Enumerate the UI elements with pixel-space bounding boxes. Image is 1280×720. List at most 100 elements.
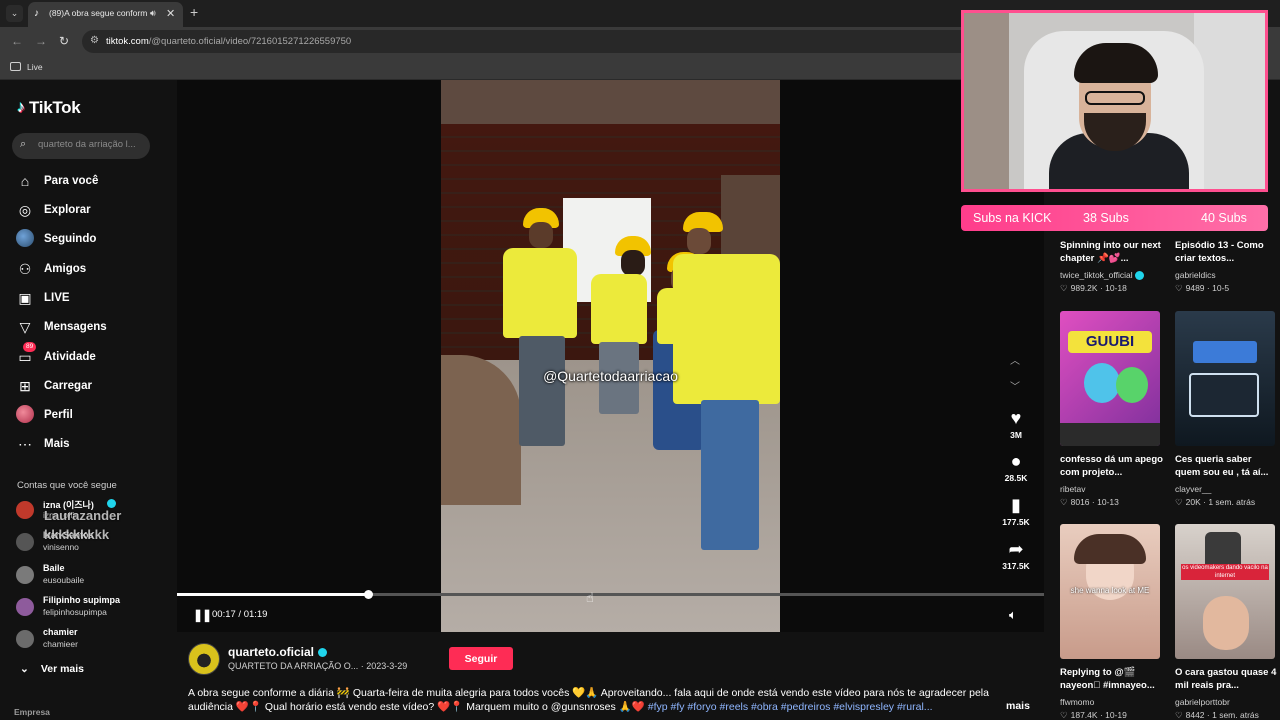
search-icon: ⌕ — [20, 138, 27, 150]
share-arrow-icon: ➦ — [1008, 539, 1024, 559]
subs-goal-bar: Subs na KICK 38 Subs 40 Subs — [961, 205, 1268, 231]
nav-item-perfil[interactable]: Perfil — [15, 404, 73, 426]
nav-item-para-voce[interactable]: ⌂ Para você — [15, 170, 99, 192]
activity-badge: 89 — [23, 342, 37, 352]
comment-bubble-icon: ● — [1010, 451, 1022, 471]
progress-scrub-handle[interactable] — [363, 590, 373, 599]
avatar — [16, 566, 34, 584]
avatar — [16, 598, 34, 616]
comment-button[interactable]: ● 28.5K — [999, 451, 1033, 483]
search-input[interactable] — [38, 139, 144, 150]
url-text[interactable]: tiktok.com/@quarteto.oficial/video/72160… — [106, 36, 351, 47]
subs-goal: 40 Subs — [1201, 211, 1247, 225]
comment-count: 28.5K — [1004, 473, 1028, 483]
pause-icon[interactable]: ❚❚ — [193, 608, 212, 622]
video-thumbnail[interactable]: os videomakers dando vacilo na internet — [1175, 524, 1275, 659]
post-description: A obra segue conforme a diária 🚧 Quarta-… — [188, 687, 989, 713]
like-button[interactable]: ♥ 3M — [999, 408, 1033, 440]
back-arrow-icon[interactable]: ← — [11, 34, 23, 48]
bookmark-folder-live[interactable]: Live — [27, 62, 43, 72]
see-more-button[interactable]: ⌄ Ver mais — [20, 663, 84, 675]
save-button[interactable]: ▮ 177.5K — [999, 495, 1033, 527]
volume-icon[interactable]: 🔈︎ — [1009, 607, 1017, 623]
subs-label: Subs na KICK — [973, 211, 1052, 225]
new-tab-plus-icon[interactable]: + — [190, 4, 198, 20]
post-hashtags[interactable]: #fyp #fy #foryo #reels #obra #pedreiros … — [648, 701, 933, 713]
bookmark-icon: ▮ — [1011, 495, 1021, 515]
video-thumbnail[interactable] — [1175, 311, 1275, 446]
video-scene-ceiling — [441, 80, 780, 124]
nav-item-mensagens[interactable]: ▽ Mensagens — [15, 316, 107, 338]
verified-icon — [1134, 271, 1144, 281]
tab-title: (89)A obra segue conforme a diária — [49, 8, 147, 18]
tiktok-sidebar: ♪ TikTok ⌕ ⌂ Para você ◎ Explorar Seguin… — [0, 80, 177, 720]
playback-time: 00:17 / 01:19 — [212, 609, 268, 620]
previous-video-chevron-up-icon[interactable]: ︿ — [1010, 352, 1020, 367]
mouse-cursor-icon: ☝︎ — [586, 590, 594, 605]
compass-icon: ◎ — [18, 202, 32, 218]
author-subtitle: QUARTETO DA ARRIAÇÃO O... · 2023-3-29 — [228, 661, 408, 671]
heart-outline-icon: ♡ — [1175, 497, 1183, 507]
profile-avatar — [15, 405, 35, 425]
stream-chat-overlay-text: kkkkkkkkk — [44, 527, 110, 542]
verified-icon — [318, 648, 328, 658]
next-video-chevron-down-icon[interactable]: ﹀ — [1010, 378, 1020, 393]
progress-fill — [177, 593, 368, 596]
post-info: quarteto.oficial QUARTETO DA ARRIAÇÃO O.… — [177, 632, 1044, 720]
tiktok-favicon-icon: ♪ — [34, 8, 39, 19]
follow-button[interactable]: Seguir — [449, 647, 513, 670]
streamer-webcam-overlay — [961, 10, 1268, 192]
heart-outline-icon: ♡ — [1060, 710, 1068, 720]
nav-item-carregar[interactable]: ⊞ Carregar — [15, 375, 92, 397]
heart-outline-icon: ♡ — [1060, 283, 1068, 293]
inbox-icon: ▭ 89 — [15, 342, 37, 367]
avatar — [16, 630, 34, 648]
reload-icon[interactable]: ↻ — [59, 34, 69, 48]
stream-chat-overlay-name: Laurazander — [44, 508, 122, 523]
heart-icon: ♥ — [1010, 408, 1022, 428]
home-icon: ⌂ — [20, 173, 30, 189]
footer-company-link[interactable]: Empresa — [14, 707, 50, 717]
subs-current: 38 Subs — [1083, 211, 1129, 225]
nav-item-live[interactable]: ▣ LIVE — [15, 287, 69, 309]
heart-outline-icon: ♡ — [1060, 497, 1068, 507]
expand-description-button[interactable]: mais — [1006, 700, 1030, 712]
nav-item-amigos[interactable]: ⚇ Amigos — [15, 258, 86, 280]
nav-item-atividade[interactable]: ▭ 89 Atividade — [15, 342, 96, 368]
nav-item-mais[interactable]: ⋯ Mais — [15, 433, 70, 455]
tab-list-chevron-icon[interactable]: ⌄ — [6, 5, 23, 22]
heart-outline-icon: ♡ — [1175, 283, 1183, 293]
forward-arrow-icon[interactable]: → — [35, 34, 47, 48]
browser-tab[interactable]: ♪ (89)A obra segue conforme a diária 🔊︎ … — [28, 2, 183, 27]
video-player[interactable]: @Quartetodaarriacao ︿ ﹀ ♥ 3M ● 28.5K ▮ 1… — [177, 80, 1044, 632]
share-count: 317.5K — [1002, 561, 1030, 571]
nav-item-seguindo[interactable]: Seguindo — [15, 228, 96, 250]
following-section-title: Contas que você segue — [17, 480, 117, 491]
avatar — [16, 501, 34, 519]
friends-icon: ⚇ — [18, 261, 32, 277]
author-name[interactable]: quarteto.oficial — [228, 645, 328, 659]
video-thumbnail[interactable]: she wanna look at ME — [1060, 524, 1160, 659]
site-info-icon[interactable]: ⚙︎ — [90, 35, 99, 46]
tiktok-note-icon: ♪ — [17, 99, 25, 116]
search-box[interactable]: ⌕ — [12, 133, 150, 159]
video-progress-bar[interactable] — [177, 590, 1044, 599]
verified-icon — [107, 499, 116, 508]
avatar — [16, 533, 34, 551]
video-thumbnail[interactable]: GUUBI — [1060, 311, 1160, 446]
like-count: 3M — [1010, 430, 1022, 440]
speaker-icon[interactable]: 🔊︎ — [150, 8, 156, 19]
folder-icon — [10, 62, 21, 71]
chevron-down-icon: ⌄ — [20, 663, 29, 675]
screen: ⌄ ♪ (89)A obra segue conforme a diária 🔊… — [0, 0, 1280, 720]
post-date: 2023-3-29 — [366, 661, 408, 671]
tiktok-logo[interactable]: ♪ TikTok — [17, 98, 81, 118]
nav-item-explorar[interactable]: ◎ Explorar — [15, 199, 91, 221]
close-tab-icon[interactable]: ✕ — [166, 7, 175, 20]
video-watermark: @Quartetodaarriacao — [543, 368, 678, 384]
video-frame[interactable]: @Quartetodaarriacao — [441, 80, 780, 632]
avatar-icon — [15, 229, 35, 249]
share-button[interactable]: ➦ 317.5K — [999, 539, 1033, 571]
author-avatar[interactable] — [188, 643, 220, 675]
live-icon: ▣ — [18, 290, 32, 306]
